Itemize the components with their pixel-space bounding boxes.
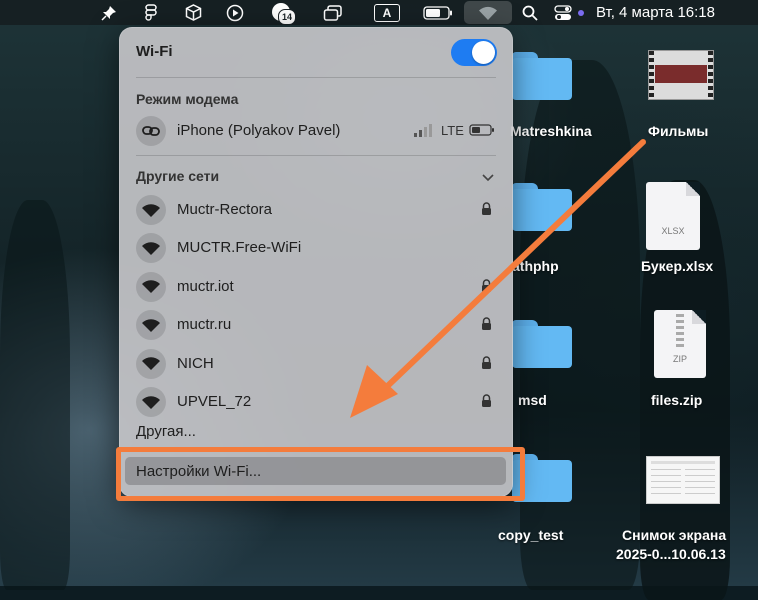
- annotation-arrow: [350, 139, 646, 418]
